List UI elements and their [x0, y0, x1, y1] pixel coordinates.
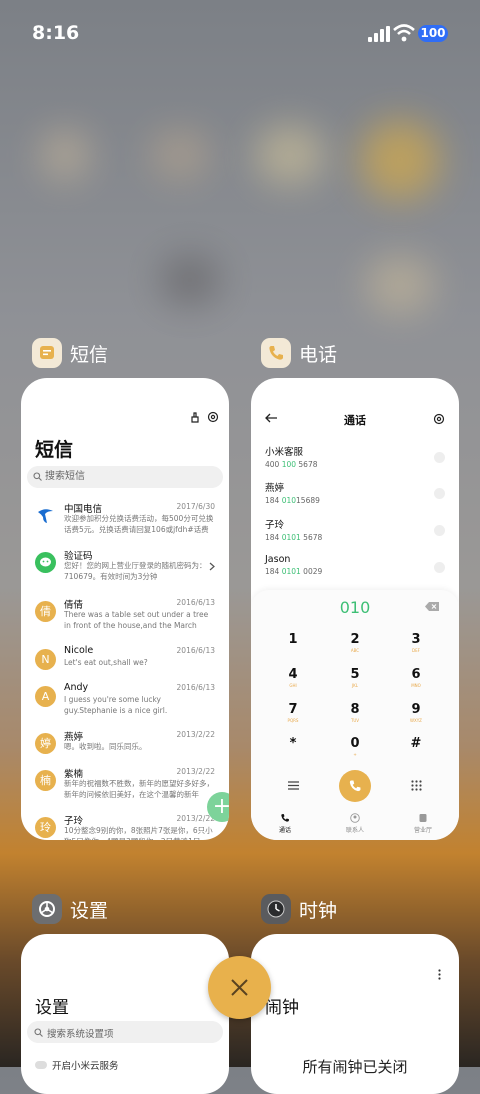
list-item[interactable]: 开启小米云服务 — [35, 1058, 119, 1072]
avatar: N — [35, 649, 56, 670]
tab-service-hall[interactable]: 营业厅 — [403, 813, 443, 834]
new-message-button[interactable]: + — [207, 792, 229, 822]
dial-key[interactable]: 5 JKL — [335, 667, 375, 688]
list-item[interactable]: 验证码 您好！您的网上营业厅登录的随机密码为：710679。有效时间为3分钟 — [21, 548, 229, 588]
search-placeholder: 搜索系统设置项 — [47, 1029, 114, 1040]
clock-app-card[interactable]: 闹钟 所有闹钟已关闭 — [251, 934, 459, 1094]
clean-icon[interactable] — [189, 411, 201, 423]
wallpaper-blob — [160, 255, 220, 305]
backspace-icon[interactable] — [425, 602, 439, 611]
dialpad: 010 1 2 ABC 3 DEF 4 GHI 5 JKL 6 MNO 7 PQRS 8 TU… — [251, 590, 459, 840]
call-button[interactable] — [339, 770, 371, 802]
gear-icon[interactable] — [433, 413, 445, 425]
search-icon — [34, 1028, 43, 1037]
tab-calls[interactable]: 通话 — [265, 813, 305, 834]
dial-key[interactable]: 9 WXYZ — [396, 702, 436, 723]
dial-key[interactable]: 2 ABC — [335, 632, 375, 653]
settings-app-card[interactable]: 设置 搜索系统设置项 开启小米云服务 — [21, 934, 229, 1094]
wechat-icon — [35, 552, 56, 573]
app-label-settings: 设置 — [70, 899, 109, 922]
avatar: A — [35, 686, 56, 707]
app-header-sms[interactable]: 短信 — [32, 338, 108, 368]
search-icon — [33, 472, 42, 481]
call-log-item[interactable]: 子玲 184 0101 5678 — [265, 517, 445, 553]
phone-app-card[interactable]: 通话 小米客服 400 100 5678 燕婷 184 01015689 子玲 … — [251, 378, 459, 840]
wallpaper-blob — [150, 130, 210, 180]
avatar: 倩 — [35, 601, 56, 622]
cloud-icon — [35, 1061, 47, 1069]
page-title: 短信 — [35, 439, 74, 461]
dial-key[interactable]: * — [273, 736, 313, 757]
store-icon — [419, 814, 427, 822]
app-label-sms: 短信 — [70, 343, 109, 366]
call-log-item[interactable]: 燕婷 184 01015689 — [265, 480, 445, 516]
phone-app-icon — [261, 338, 291, 368]
keypad-icon[interactable] — [411, 780, 422, 791]
avatar: 婷 — [35, 733, 56, 754]
avatar: 玲 — [35, 817, 56, 838]
phone-icon — [281, 814, 289, 822]
search-input[interactable]: 搜索短信 — [27, 466, 223, 488]
status-bar: 8:16 100 — [0, 0, 480, 64]
dial-key[interactable]: 1 — [273, 632, 313, 653]
call-log-item[interactable]: 小米客服 400 100 5678 — [265, 444, 445, 480]
sms-toolbar — [189, 411, 219, 423]
wallpaper-blob — [40, 130, 90, 180]
avatar: 楠 — [35, 770, 56, 791]
app-label-clock: 时钟 — [299, 899, 338, 922]
settings-app-icon — [32, 894, 62, 924]
dial-key[interactable]: 4 GHI — [273, 667, 313, 688]
app-header-settings[interactable]: 设置 — [32, 894, 108, 924]
app-label-phone: 电话 — [299, 343, 338, 366]
signal-icon — [368, 26, 390, 42]
list-item[interactable]: 中国电信 2017/6/30 欢迎参加积分兑换话费活动，每500分可兑换话费5元… — [21, 501, 229, 541]
tab-contacts[interactable]: 联系人 — [335, 813, 375, 834]
dial-key[interactable]: # — [396, 736, 436, 757]
chevron-right-icon[interactable] — [434, 452, 445, 463]
chevron-right-icon[interactable] — [434, 525, 445, 536]
wallpaper-blob — [360, 120, 440, 200]
wallpaper-blob — [365, 255, 435, 315]
app-header-clock[interactable]: 时钟 — [261, 894, 337, 924]
dial-key[interactable]: 0 + — [335, 736, 375, 757]
dial-key[interactable]: 6 MNO — [396, 667, 436, 688]
search-input[interactable]: 搜索系统设置项 — [27, 1021, 223, 1043]
page-title: 设置 — [35, 998, 69, 1018]
sms-app-icon — [32, 338, 62, 368]
list-item[interactable]: N Nicole 2016/6/13 Let's eat out,shall w… — [21, 645, 229, 685]
more-icon[interactable] — [438, 969, 441, 980]
app-header-phone[interactable]: 电话 — [261, 338, 337, 368]
list-item[interactable]: 楠 紫楠 2013/2/22 新年的祝福数不胜数，新年的愿望好多好多，新年的问候… — [21, 766, 229, 806]
list-item[interactable]: 玲 子玲 2013/2/22 10分整念9别的你，8张照片7张是你，6只小狗5只… — [21, 813, 229, 840]
phone-icon — [349, 780, 361, 792]
clear-all-button[interactable] — [208, 956, 271, 1019]
sms-app-card[interactable]: 短信 搜索短信 中国电信 2017/6/30 欢迎参加积分兑换话费活动，每500… — [21, 378, 229, 840]
chevron-right-icon[interactable] — [434, 488, 445, 499]
dial-key[interactable]: 3 DEF — [396, 632, 436, 653]
bottom-tabs: 通话 联系人 营业厅 — [251, 813, 459, 840]
call-log-item[interactable]: Jason 184 0101 0029 — [265, 554, 445, 590]
status-time: 8:16 — [32, 22, 80, 44]
clock-app-icon — [261, 894, 291, 924]
page-title: 通话 — [344, 414, 366, 427]
wifi-icon — [393, 24, 415, 42]
list-item[interactable]: 倩 倩倩 2016/6/13 There was a table set out… — [21, 597, 229, 637]
china-telecom-logo-icon — [35, 505, 56, 526]
close-icon — [231, 979, 248, 996]
contact-icon — [350, 813, 360, 823]
search-placeholder: 搜索短信 — [45, 471, 85, 482]
page-title: 闹钟 — [265, 998, 299, 1018]
dial-key[interactable]: 8 TUV — [335, 702, 375, 723]
list-item[interactable]: 婷 燕婷 2013/2/22 嗯。收到啦。同乐同乐。 — [21, 729, 229, 769]
menu-icon[interactable] — [288, 781, 299, 790]
gear-icon[interactable] — [207, 411, 219, 423]
dial-key[interactable]: 7 PQRS — [273, 702, 313, 723]
list-item[interactable]: A Andy 2016/6/13 I guess you're some luc… — [21, 682, 229, 722]
wallpaper-blob — [255, 125, 325, 185]
battery-indicator: 100 — [418, 25, 448, 42]
chevron-right-icon[interactable] — [434, 562, 445, 573]
